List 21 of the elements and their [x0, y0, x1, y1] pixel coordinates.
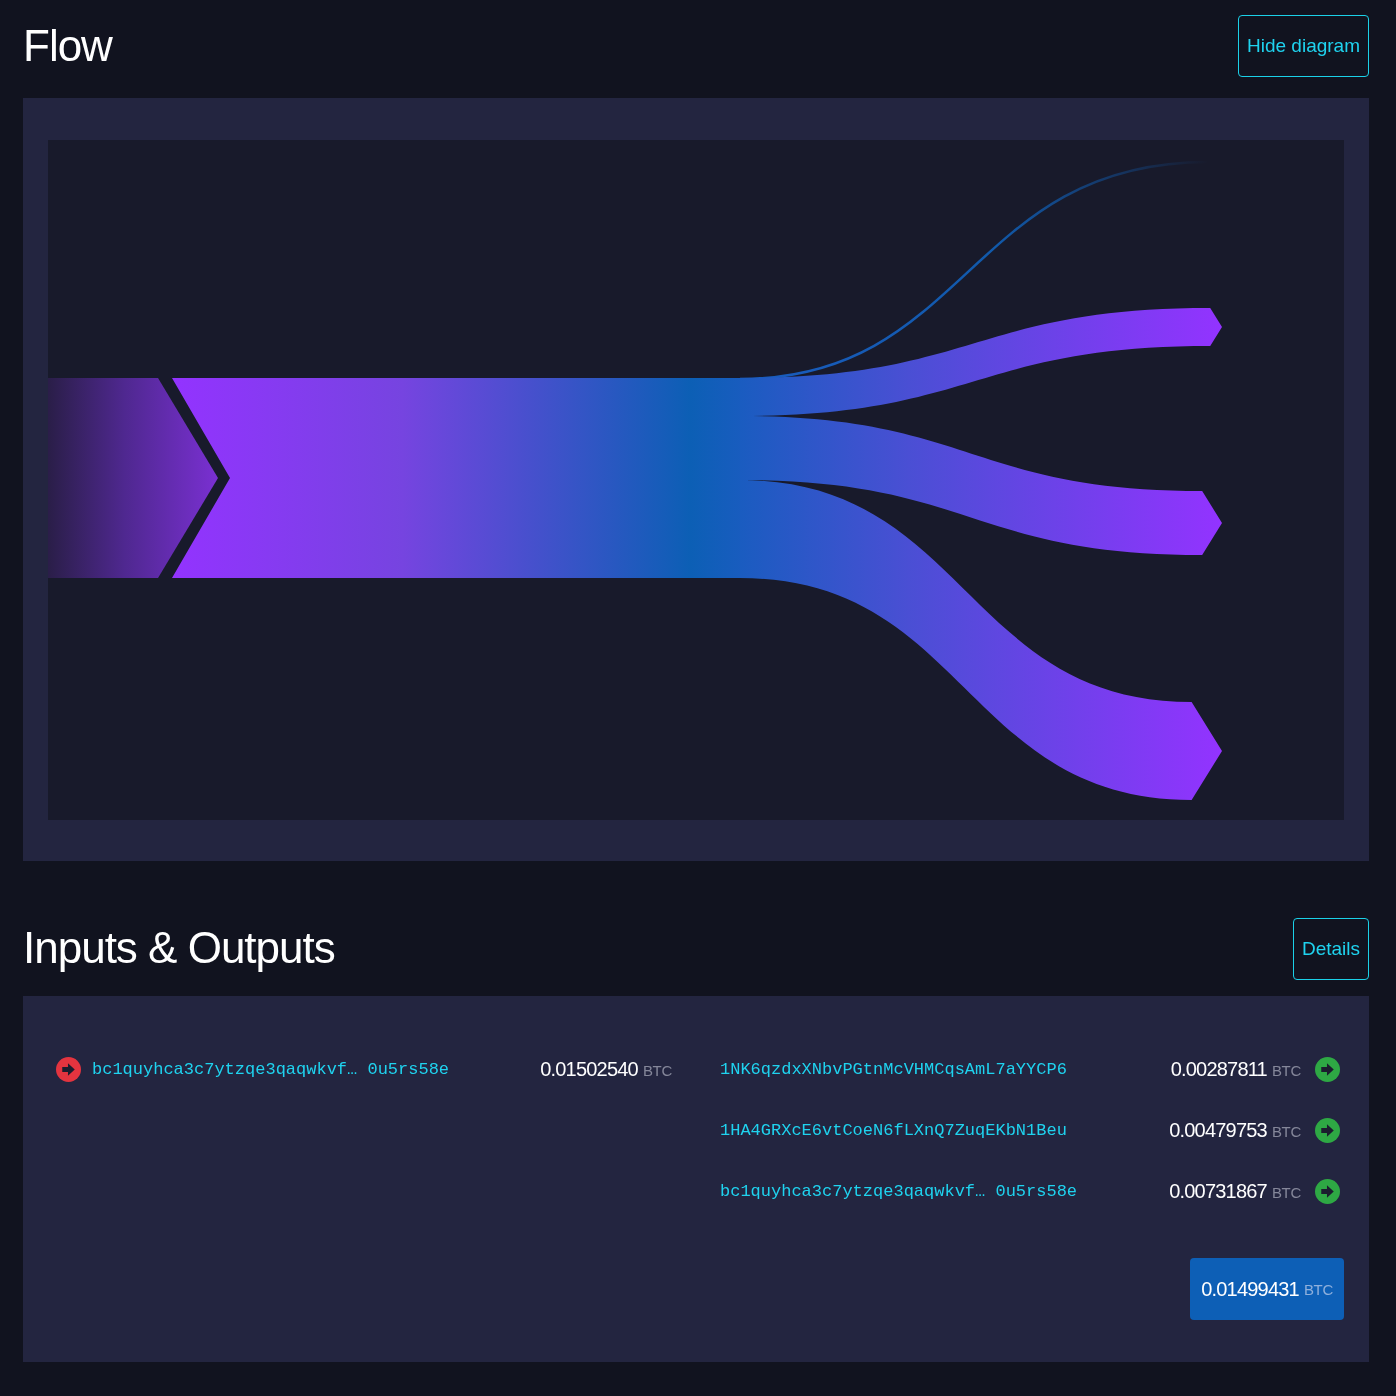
currency-unit: BTC — [1271, 1184, 1301, 1201]
amount-value: 0.00479753 — [1169, 1119, 1267, 1142]
amount-value: 0.01502540 — [540, 1058, 638, 1081]
amount-value: 0.00731867 — [1169, 1180, 1267, 1203]
arrow-circle-icon[interactable] — [56, 1057, 81, 1082]
address-link[interactable]: bc1quyhca3c7ytzqe3qaqwkvf… 0u5rs58e — [92, 1060, 450, 1079]
address-link[interactable]: bc1quyhca3c7ytzqe3qaqwkvf… 0u5rs58e — [720, 1182, 1078, 1201]
details-button[interactable]: Details — [1292, 917, 1369, 980]
address-link[interactable]: 1NK6qzdxXNbvPGtnMcVHMCqsAmL7aYYCP6 — [720, 1060, 1067, 1079]
currency-unit: BTC — [1271, 1062, 1301, 1079]
currency-unit: BTC — [1271, 1123, 1301, 1140]
section-title: Inputs & Outputs — [23, 924, 335, 973]
hide-diagram-button[interactable]: Hide diagram — [1238, 15, 1369, 77]
amount-value: 0.00287811 — [1170, 1058, 1267, 1081]
total-amount-button[interactable]: 0.01499431 BTC — [1190, 1258, 1344, 1320]
section-title: Flow — [23, 21, 112, 71]
arrow-circle-icon[interactable] — [1315, 1057, 1340, 1082]
address-link[interactable]: 1HA4GRXcE6vtCoeN6fLXnQ7ZuqEKbN1Beu — [720, 1121, 1067, 1140]
currency-unit: BTC — [642, 1062, 672, 1079]
arrow-circle-icon[interactable] — [1315, 1179, 1340, 1204]
arrow-circle-icon[interactable] — [1315, 1118, 1340, 1143]
